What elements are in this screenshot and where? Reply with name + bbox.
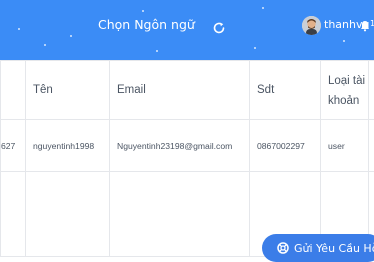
column-header-email: Email xyxy=(110,61,250,120)
column-header-account-type: Loại tài khoản xyxy=(321,61,369,120)
cell-account-type: user xyxy=(321,120,369,172)
accounts-table: Tên Email Sdt Loại tài khoản 627 nguyent… xyxy=(0,60,374,257)
lifebuoy-icon xyxy=(277,242,289,254)
cell-email: Nguyentinh23198@gmail.com xyxy=(110,120,250,172)
table-header-row: Tên Email Sdt Loại tài khoản xyxy=(1,61,374,120)
decorative-star xyxy=(142,10,144,12)
user-avatar-icon xyxy=(302,16,321,35)
support-button-label: Gửi Yêu Cầu Hỗ xyxy=(294,242,374,255)
decorative-star xyxy=(254,47,256,49)
decorative-star xyxy=(18,28,20,30)
filler-cell xyxy=(26,172,110,257)
column-header-name: Tên xyxy=(26,61,110,120)
language-selector[interactable]: Chọn Ngôn ngữ xyxy=(98,17,195,32)
avatar[interactable] xyxy=(302,16,321,35)
decorative-star xyxy=(156,50,158,52)
decorative-star xyxy=(343,40,345,42)
cell-name: nguyentinh1998 xyxy=(26,120,110,172)
cell-extra xyxy=(369,120,374,172)
filler-cell xyxy=(110,172,250,257)
refresh-icon[interactable] xyxy=(212,21,226,35)
filler-cell xyxy=(1,172,26,257)
decorative-star xyxy=(70,35,72,37)
cell-phone: 0867002297 xyxy=(250,120,321,172)
table-row[interactable]: 627 nguyentinh1998 Nguyentinh23198@gmail… xyxy=(1,120,374,172)
column-header-phone: Sdt xyxy=(250,61,321,120)
support-request-button[interactable]: Gửi Yêu Cầu Hỗ xyxy=(262,234,374,262)
cell-id: 627 xyxy=(1,120,26,172)
decorative-star xyxy=(262,7,264,9)
decorative-star xyxy=(44,44,46,46)
top-header: Chọn Ngôn ngữ thanhvu 1 xyxy=(0,0,374,60)
column-header-id xyxy=(1,61,26,120)
column-header-extra xyxy=(369,61,374,120)
notification-badge: 1 xyxy=(370,19,374,28)
